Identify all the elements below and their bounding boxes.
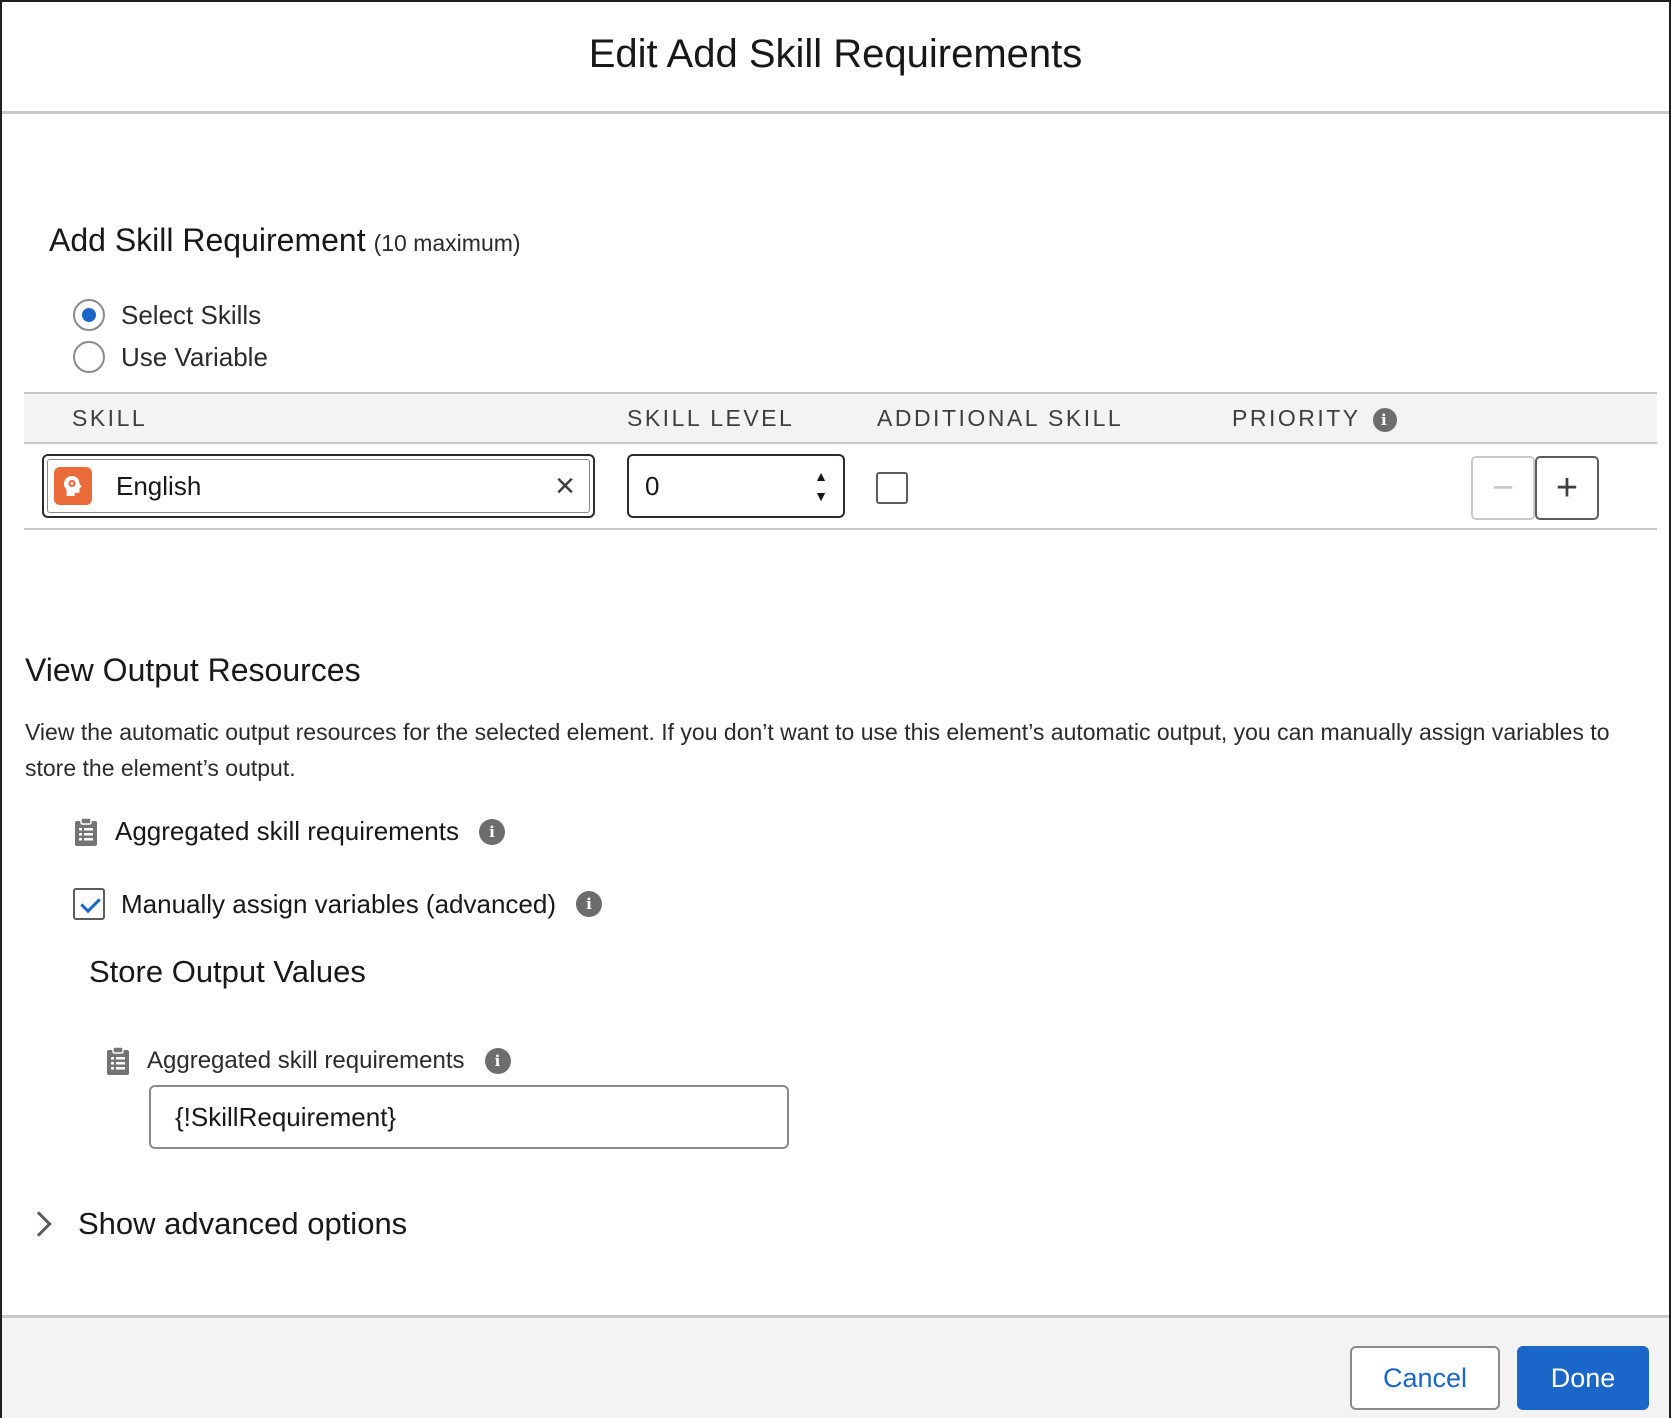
skill-level-stepper[interactable]: 0 ▲ ▼ bbox=[627, 454, 845, 518]
modal-header: Edit Add Skill Requirements bbox=[2, 2, 1669, 114]
increment-arrow-icon[interactable]: ▲ bbox=[811, 466, 831, 486]
manual-assign-info-icon[interactable]: i bbox=[576, 891, 603, 917]
chevron-right-icon[interactable] bbox=[26, 1211, 52, 1237]
radio-use-variable-label: Use Variable bbox=[121, 341, 268, 372]
clipboard-icon bbox=[107, 1046, 129, 1075]
clipboard-icon bbox=[75, 816, 97, 846]
add-row-button[interactable]: + bbox=[1535, 456, 1599, 520]
skill-level-value: 0 bbox=[645, 470, 660, 501]
done-button[interactable]: Done bbox=[1517, 1346, 1649, 1410]
radio-use-variable-control[interactable] bbox=[73, 341, 105, 373]
skill-value: English bbox=[116, 470, 202, 501]
store-field-label-row: Aggregated skill requirements i bbox=[105, 1046, 511, 1076]
radio-select-skills-label: Select Skills bbox=[121, 299, 262, 330]
remove-row-button[interactable]: − bbox=[1471, 456, 1535, 520]
stepper-arrows[interactable]: ▲ ▼ bbox=[811, 466, 831, 506]
store-field-info-icon[interactable]: i bbox=[484, 1048, 511, 1074]
show-advanced-options-toggle[interactable]: Show advanced options bbox=[26, 1206, 408, 1242]
store-field-label: Aggregated skill requirements bbox=[147, 1047, 465, 1074]
clear-skill-icon[interactable]: × bbox=[555, 469, 575, 503]
priority-info-icon[interactable]: i bbox=[1373, 407, 1398, 432]
manual-assign-row[interactable]: Manually assign variables (advanced) i bbox=[73, 888, 603, 920]
view-output-resources-heading: View Output Resources bbox=[25, 652, 361, 688]
store-output-input[interactable]: {!SkillRequirement} bbox=[149, 1085, 789, 1149]
modal-footer: Cancel Done bbox=[2, 1315, 1669, 1418]
show-advanced-options-label: Show advanced options bbox=[78, 1206, 408, 1241]
column-header-skill: SKILL bbox=[72, 405, 148, 431]
radio-select-skills-control[interactable] bbox=[73, 299, 105, 331]
decrement-arrow-icon[interactable]: ▼ bbox=[811, 486, 831, 506]
column-header-skill-level: SKILL LEVEL bbox=[627, 405, 795, 431]
additional-skill-checkbox[interactable] bbox=[876, 472, 908, 504]
skills-table-header: SKILL SKILL LEVEL ADDITIONAL SKILL PRIOR… bbox=[24, 392, 1657, 444]
column-header-priority: PRIORITY i bbox=[1232, 394, 1398, 442]
output-description: View the automatic output resources for … bbox=[25, 719, 1610, 781]
modal-title: Edit Add Skill Requirements bbox=[588, 32, 1083, 76]
aggregated-info-icon[interactable]: i bbox=[478, 818, 505, 845]
row-divider bbox=[24, 528, 1657, 530]
aggregated-resource-label: Aggregated skill requirements bbox=[115, 816, 459, 846]
skill-lookup-field[interactable]: English × bbox=[42, 454, 595, 518]
column-header-priority-label: PRIORITY bbox=[1232, 405, 1361, 431]
add-skill-requirement-heading: Add Skill Requirement (10 maximum) bbox=[49, 222, 521, 259]
cancel-button[interactable]: Cancel bbox=[1350, 1346, 1500, 1410]
column-header-additional-skill: ADDITIONAL SKILL bbox=[877, 405, 1124, 431]
skill-pill[interactable]: English × bbox=[47, 459, 590, 513]
maximum-note: (10 maximum) bbox=[373, 230, 521, 256]
manual-assign-checkbox[interactable] bbox=[73, 888, 105, 920]
edit-skill-requirements-modal: Edit Add Skill Requirements Add Skill Re… bbox=[0, 0, 1671, 1418]
radio-select-skills[interactable]: Select Skills bbox=[73, 299, 261, 331]
add-skill-requirement-title: Add Skill Requirement bbox=[49, 222, 366, 258]
skill-head-icon bbox=[54, 467, 92, 505]
radio-use-variable[interactable]: Use Variable bbox=[73, 341, 268, 373]
manual-assign-label: Manually assign variables (advanced) bbox=[121, 888, 557, 919]
aggregated-resource-row: Aggregated skill requirements i bbox=[73, 816, 505, 847]
store-output-values-heading: Store Output Values bbox=[89, 954, 366, 989]
